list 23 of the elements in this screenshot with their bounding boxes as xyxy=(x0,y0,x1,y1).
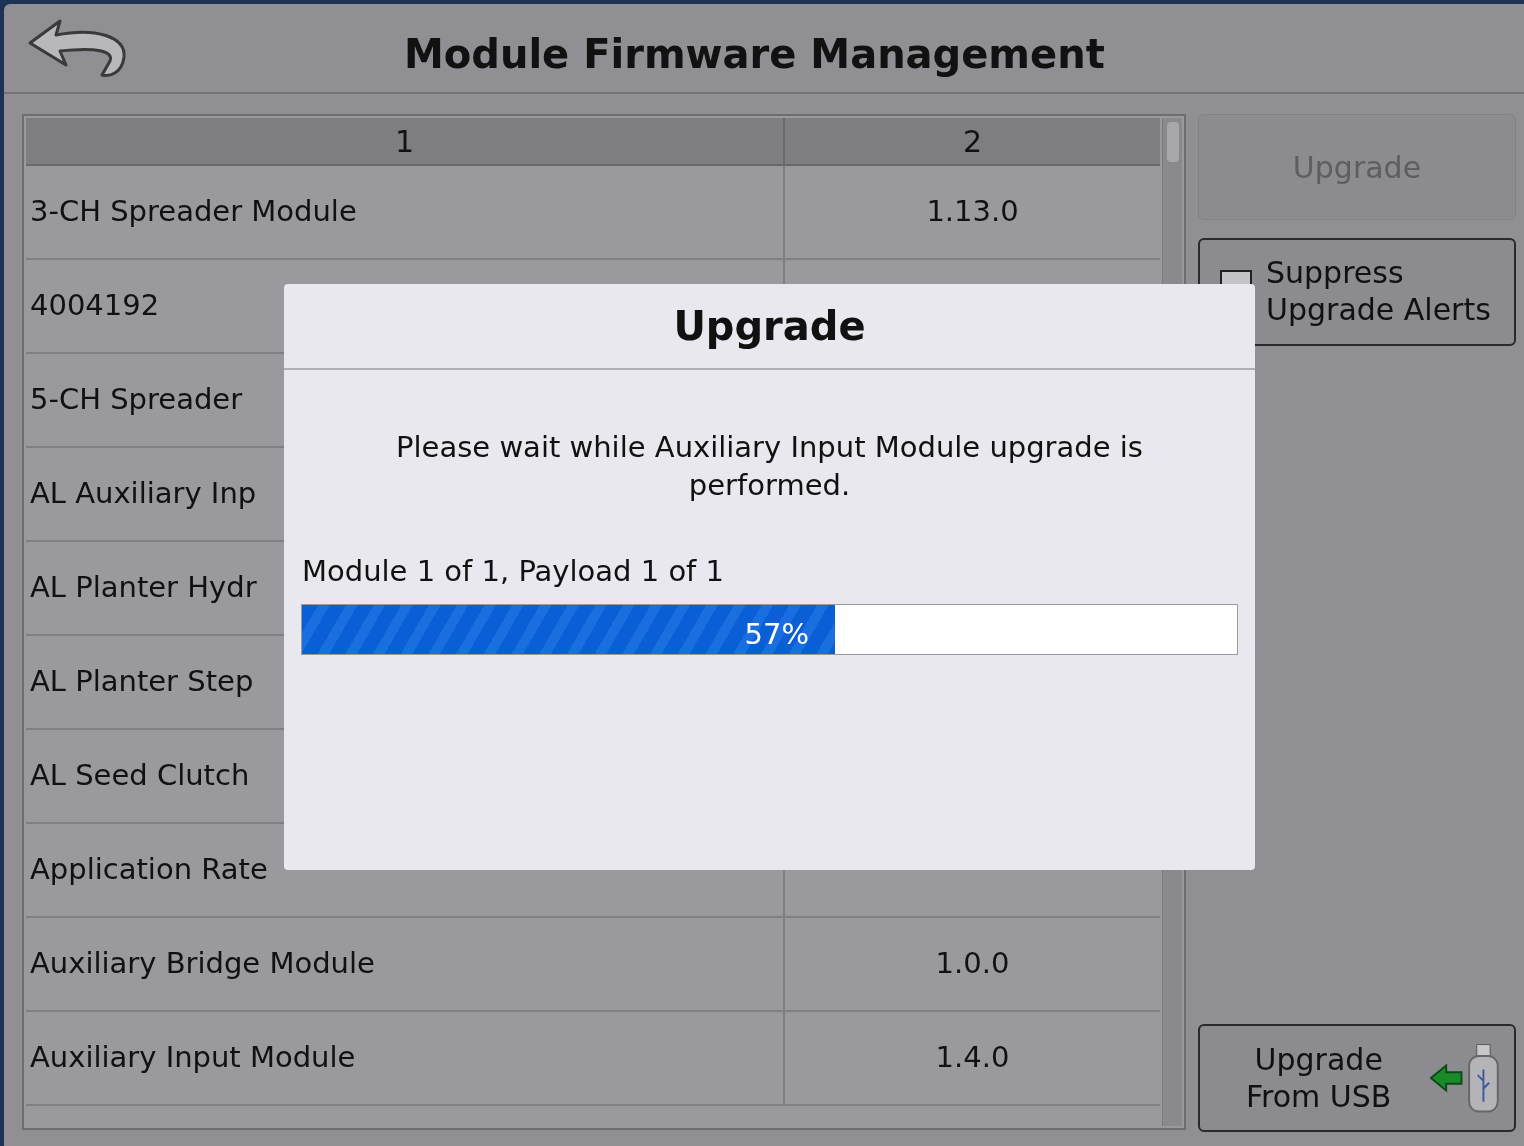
module-name: Auxiliary Input Module xyxy=(30,1039,356,1077)
upgrade-from-usb-button[interactable]: Upgrade From USB xyxy=(1198,1024,1516,1132)
usb-drive-with-arrow-icon xyxy=(1429,1041,1502,1115)
suppress-alerts-checkbox[interactable]: Suppress Upgrade Alerts xyxy=(1198,238,1516,346)
module-name: Application Rate xyxy=(30,851,268,889)
module-name: 4004192 xyxy=(30,287,160,325)
dialog-message: Please wait while Auxiliary Input Module upgrade is performed. xyxy=(395,429,1144,504)
progress-percentage: 57% xyxy=(744,615,809,653)
module-name: 5-CH Spreader xyxy=(30,381,243,419)
module-name: AL Planter Hydr xyxy=(30,569,257,607)
column-header: 1 xyxy=(26,118,785,164)
module-name: AL Auxiliary Inp xyxy=(30,475,257,513)
module-name: 3-CH Spreader Module xyxy=(30,193,357,231)
screen-title: Module Firmware Management xyxy=(404,30,1105,79)
module-name: Auxiliary Bridge Module xyxy=(30,945,375,983)
module-name: AL Planter Step xyxy=(30,663,254,701)
column-header: 2 xyxy=(961,122,984,161)
dialog-title: Upgrade xyxy=(673,302,866,351)
version-number: 1.0.0 xyxy=(935,945,1010,983)
version-number: 1.4.0 xyxy=(935,1039,1010,1077)
version-number: 1.13.0 xyxy=(926,193,1019,231)
progress-label: Module 1 of 1, Payload 1 of 1 xyxy=(302,553,725,590)
module-name: AL Seed Clutch xyxy=(30,757,250,795)
